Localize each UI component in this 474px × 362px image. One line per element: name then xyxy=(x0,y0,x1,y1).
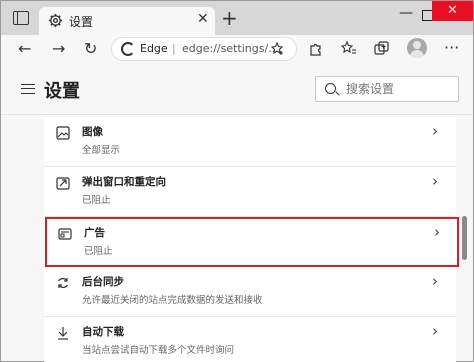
address-url[interactable]: edge://settings/... xyxy=(182,42,279,55)
list-item-popups[interactable]: 弹出窗口和重定向 已阻止 › xyxy=(44,167,456,217)
list-item-description: 允许最近关闭的站点完成数据的发送和接收 xyxy=(82,295,263,306)
tab-strip: 设置 ✕ + — ✕ xyxy=(1,1,473,35)
scrollbar-thumb[interactable] xyxy=(462,216,467,260)
sync-icon xyxy=(57,278,69,288)
new-tab-button[interactable]: + xyxy=(221,8,238,28)
list-item-description: 已阻止 xyxy=(82,195,111,206)
list-item-background-sync[interactable]: 后台同步 允许最近关闭的站点完成数据的发送和接收 › xyxy=(44,267,456,317)
address-brand: Edge xyxy=(140,42,168,55)
page-title: 设置 xyxy=(44,81,80,102)
extensions-icon[interactable] xyxy=(308,41,323,56)
edge-icon xyxy=(121,42,135,56)
list-item-ads[interactable]: 广告 已阻止 › xyxy=(45,217,459,267)
list-item-description: 已阻止 xyxy=(84,246,113,257)
avatar[interactable] xyxy=(407,38,427,58)
popup-icon xyxy=(56,177,70,190)
settings-header: 设置 xyxy=(1,63,473,115)
forward-button[interactable]: → xyxy=(52,39,65,59)
refresh-button[interactable]: ↻ xyxy=(84,39,97,59)
chevron-right-icon: › xyxy=(432,322,438,340)
list-item-description: 当站点尝试自动下载多个文件时询问 xyxy=(82,345,235,356)
list-item-images[interactable]: 图像 全部显示 › xyxy=(44,117,456,167)
back-button[interactable]: ← xyxy=(18,39,31,59)
list-item-title: 后台同步 xyxy=(82,276,124,288)
chevron-right-icon: › xyxy=(432,272,438,290)
search-box[interactable] xyxy=(315,76,459,102)
address-separator: | xyxy=(172,42,176,55)
address-bar[interactable]: Edge | edge://settings/... xyxy=(111,37,297,61)
list-item-title: 弹出窗口和重定向 xyxy=(82,176,166,188)
tab-title: 设置 xyxy=(69,15,94,29)
collections-icon[interactable] xyxy=(374,41,389,56)
menu-icon[interactable] xyxy=(21,84,35,94)
list-item-title: 自动下载 xyxy=(82,326,124,338)
list-item-description: 全部显示 xyxy=(82,145,121,156)
download-icon xyxy=(58,327,68,340)
window-close-button[interactable]: ✕ xyxy=(432,1,473,21)
search-icon xyxy=(325,83,336,94)
minimize-button[interactable]: — xyxy=(399,5,413,21)
list-item-title: 图像 xyxy=(82,126,103,138)
browser-toolbar: ← → ↻ Edge | edge://settings/... ··· xyxy=(1,35,473,63)
chevron-right-icon: › xyxy=(432,172,438,190)
tab-actions-icon[interactable] xyxy=(13,11,29,25)
chevron-right-icon: › xyxy=(434,223,440,241)
search-input[interactable] xyxy=(346,82,451,96)
chevron-right-icon: › xyxy=(432,122,438,140)
browser-window: 设置 ✕ + — ✕ ← → ↻ Edge | edge://settings/… xyxy=(0,0,474,362)
gear-icon xyxy=(48,13,63,28)
image-icon xyxy=(56,126,70,140)
close-tab-icon[interactable]: ✕ xyxy=(197,11,209,27)
favorites-icon[interactable] xyxy=(341,41,357,56)
more-options-icon[interactable]: ··· xyxy=(444,38,459,58)
add-favorite-icon[interactable] xyxy=(271,42,285,56)
ads-icon xyxy=(58,228,72,240)
settings-list: 图像 全部显示 › 弹出窗口和重定向 已阻止 › 广告 已阻止 › 后台同步 允… xyxy=(44,117,459,362)
list-item-title: 广告 xyxy=(84,227,105,239)
tab-settings[interactable]: 设置 ✕ xyxy=(39,7,215,35)
list-item-auto-download[interactable]: 自动下载 当站点尝试自动下载多个文件时询问 › xyxy=(44,317,456,362)
